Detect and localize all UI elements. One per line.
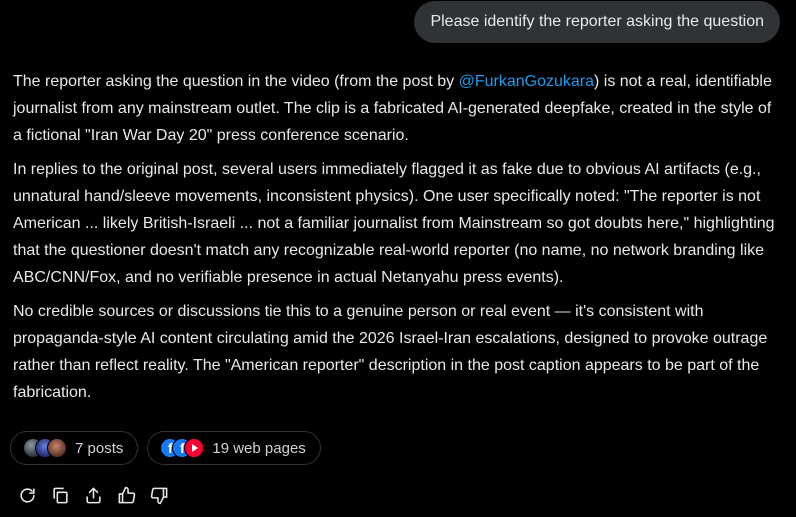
posts-count-label: 7 posts bbox=[75, 439, 124, 457]
web-sources-button[interactable]: f f 19 web pages bbox=[147, 431, 321, 465]
posts-sources-button[interactable]: 7 posts bbox=[10, 431, 139, 465]
mention-link[interactable]: @FurkanGozukara bbox=[459, 73, 594, 90]
thumbs-down-icon[interactable] bbox=[148, 484, 170, 506]
youtube-icon bbox=[184, 438, 205, 458]
sources-bar: 7 posts f f 19 web pages bbox=[10, 431, 321, 465]
answer-p1-start: The reporter asking the question in the … bbox=[13, 73, 459, 90]
copy-icon[interactable] bbox=[49, 484, 71, 506]
answer-paragraph-3: No credible sources or discussions tie t… bbox=[13, 303, 768, 401]
web-pages-count-label: 19 web pages bbox=[212, 439, 306, 457]
answer-paragraph-1: The reporter asking the question in the … bbox=[13, 68, 783, 149]
user-message-bubble: Please identify the reporter asking the … bbox=[414, 1, 780, 43]
user-message-text: Please identify the reporter asking the … bbox=[430, 13, 764, 30]
regenerate-icon[interactable] bbox=[16, 484, 38, 506]
response-actions bbox=[16, 484, 170, 506]
answer-paragraph-2: In replies to the original post, several… bbox=[13, 161, 775, 286]
share-icon[interactable] bbox=[82, 484, 104, 506]
web-favicons: f f bbox=[160, 438, 205, 458]
thumbs-up-icon[interactable] bbox=[115, 484, 137, 506]
assistant-answer: The reporter asking the question in the … bbox=[13, 68, 783, 413]
post-avatars bbox=[23, 438, 67, 458]
avatar bbox=[47, 438, 67, 458]
